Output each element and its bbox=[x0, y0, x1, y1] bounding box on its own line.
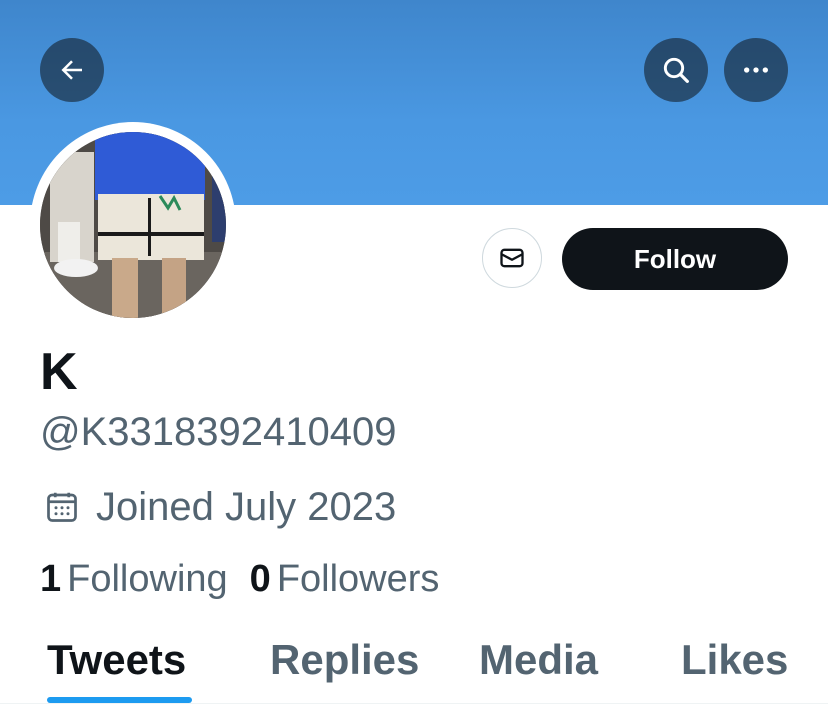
following-label: Following bbox=[67, 557, 228, 600]
search-button[interactable] bbox=[644, 38, 708, 102]
tab-likes[interactable]: Likes bbox=[681, 635, 788, 685]
envelope-icon bbox=[500, 248, 524, 268]
tab-tweets[interactable]: Tweets bbox=[47, 635, 186, 685]
followers-link[interactable]: 0 Followers bbox=[250, 558, 440, 601]
calendar-icon bbox=[47, 492, 77, 522]
message-button[interactable] bbox=[482, 228, 542, 288]
followers-label: Followers bbox=[276, 557, 440, 600]
search-icon bbox=[663, 57, 689, 83]
tab-media[interactable]: Media bbox=[479, 635, 598, 685]
joined-text: Joined July 2023 bbox=[96, 484, 397, 529]
follow-stats: 1 Following 0 Followers bbox=[40, 554, 439, 604]
followers-count: 0 bbox=[249, 557, 271, 600]
display-name: K bbox=[40, 343, 78, 401]
profile-tabs: Tweets Replies Media Likes bbox=[0, 625, 828, 715]
tabs-divider bbox=[0, 703, 828, 704]
arrow-left-icon bbox=[61, 60, 82, 80]
profile-page: Follow K @K3318392410409 Joined July 202… bbox=[0, 0, 828, 715]
follow-button[interactable]: Follow bbox=[562, 228, 788, 290]
avatar[interactable] bbox=[30, 122, 236, 328]
more-options-button[interactable] bbox=[724, 38, 788, 102]
joined-date: Joined July 2023 bbox=[44, 482, 396, 532]
avatar-photo bbox=[40, 132, 226, 318]
tab-replies[interactable]: Replies bbox=[270, 635, 419, 685]
avatar-image bbox=[40, 132, 226, 318]
profile-handle: @K3318392410409 bbox=[40, 410, 397, 454]
more-horizontal-icon bbox=[744, 67, 768, 73]
back-button[interactable] bbox=[40, 38, 104, 102]
following-link[interactable]: 1 Following bbox=[40, 558, 228, 601]
following-count: 1 bbox=[40, 557, 62, 600]
